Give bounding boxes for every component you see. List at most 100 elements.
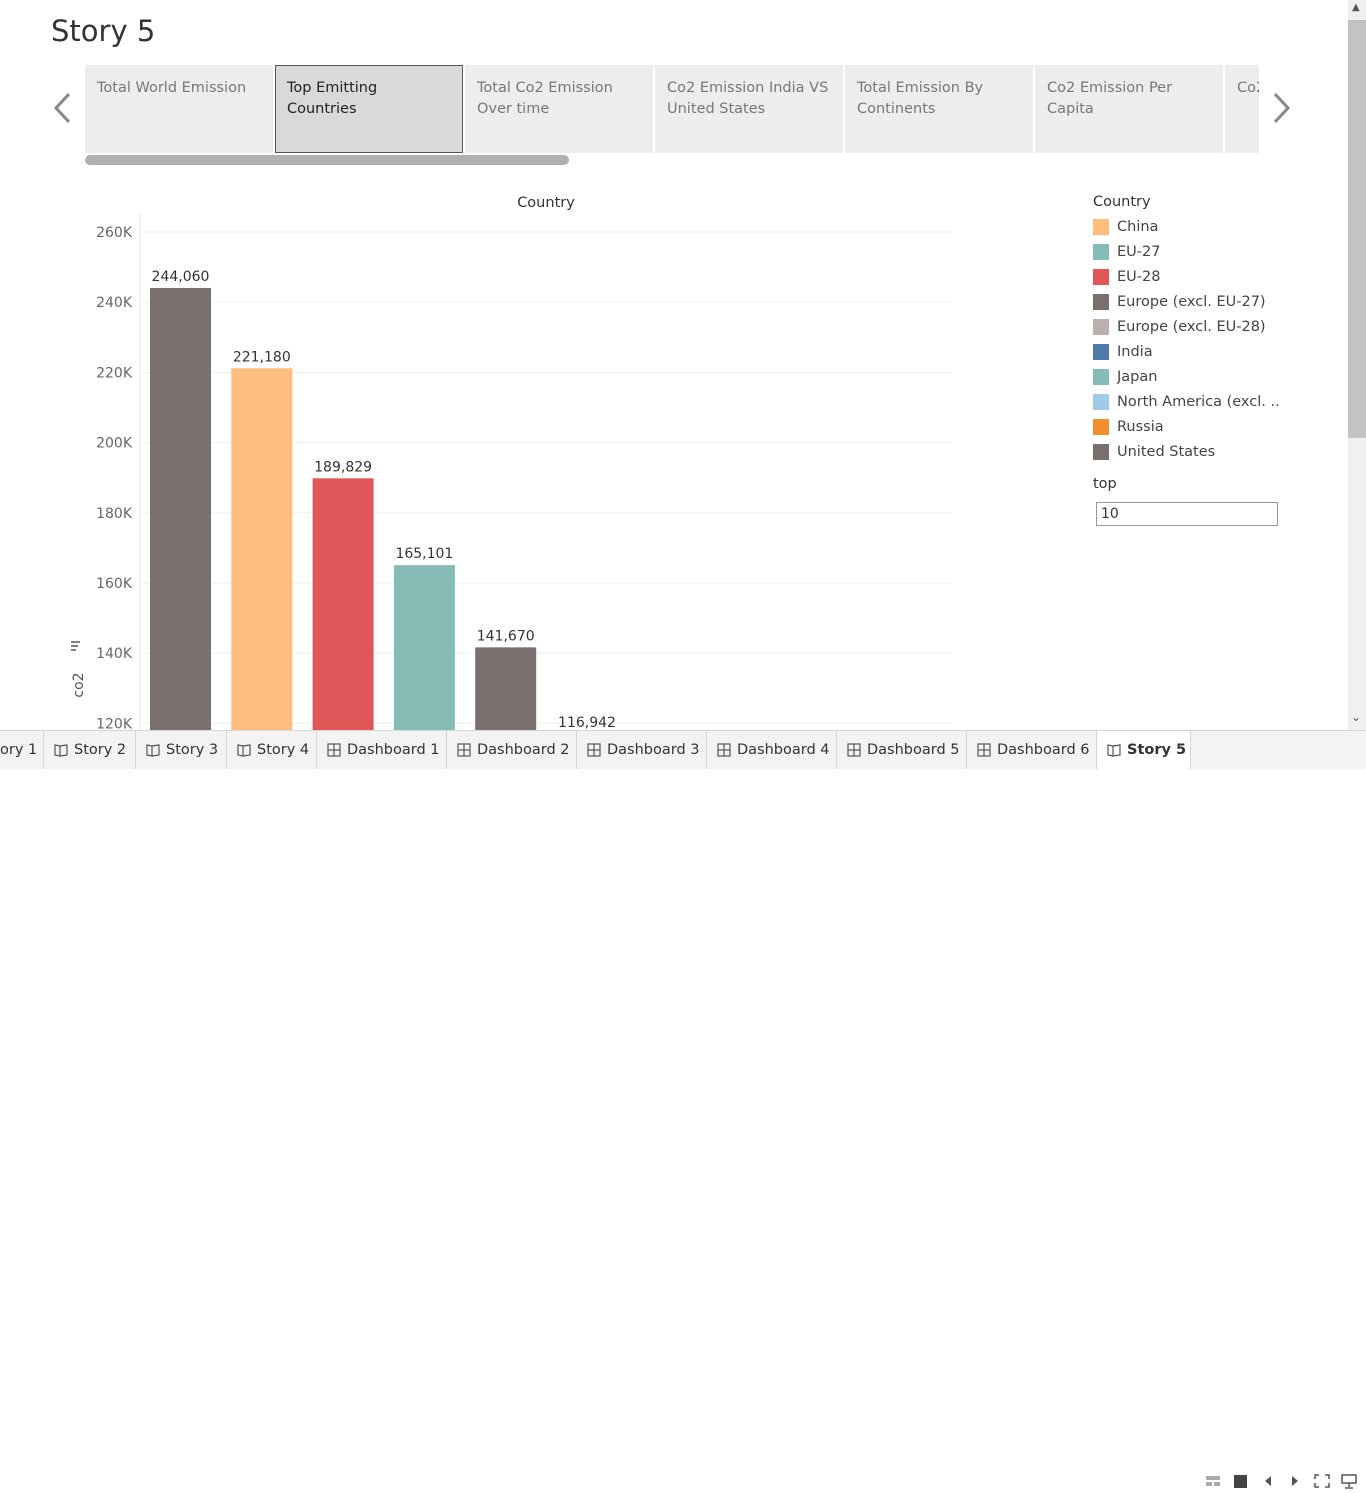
y-tick-label: 180K — [96, 506, 133, 522]
story-point-tab[interactable]: Total World Emission — [85, 65, 273, 153]
fullscreen-icon[interactable] — [1313, 1473, 1331, 1489]
story-icon — [146, 743, 160, 757]
legend-swatch — [1093, 343, 1109, 360]
y-tick-label: 140K — [96, 646, 133, 662]
sheet-tab-label: Dashboard 1 — [347, 742, 440, 758]
filmstrip-view-icon[interactable] — [1232, 1473, 1250, 1489]
legend-item[interactable]: Russia — [1093, 414, 1293, 439]
vertical-scrollbar[interactable]: ▲ ⌄ — [1348, 0, 1366, 730]
dashboard-icon — [847, 743, 861, 757]
dashboard-icon — [457, 743, 471, 757]
dashboard-icon — [717, 743, 731, 757]
sheet-tab[interactable]: Dashboard 4 — [707, 731, 837, 769]
sheet-tab[interactable]: Story 2 — [44, 731, 136, 769]
bar[interactable] — [475, 647, 537, 730]
scrollbar-thumb[interactable] — [1348, 20, 1366, 438]
legend-title: Country — [1093, 194, 1151, 210]
sheet-tab-label: Dashboard 6 — [997, 742, 1090, 758]
scroll-up-icon[interactable]: ▲ — [1352, 2, 1360, 13]
sheet-tab[interactable]: Story 4 — [227, 731, 317, 769]
legend-label: EU-28 — [1117, 268, 1161, 285]
previous-story-point-button[interactable] — [48, 88, 78, 128]
sheet-tab-label: Story 2 — [74, 742, 127, 758]
sheet-tab[interactable]: Dashboard 1 — [317, 731, 447, 769]
legend-label: EU-27 — [1117, 243, 1161, 260]
story-title: Story 5 — [51, 14, 156, 48]
y-tick-label: 240K — [96, 295, 133, 311]
chevron-left-icon — [53, 92, 71, 124]
sheet-tab[interactable]: Story 3 — [136, 731, 227, 769]
legend-swatch — [1093, 293, 1109, 310]
legend-label: Europe (excl. EU-28) — [1117, 318, 1266, 335]
top-parameter-input[interactable] — [1096, 502, 1278, 526]
y-tick-label: 200K — [96, 436, 133, 452]
story-point-tab[interactable]: Co2 Emission India VS United States — [655, 65, 843, 153]
y-axis-label: co2 — [71, 672, 87, 697]
dashboard-icon — [977, 743, 991, 757]
grid-view-icon[interactable] — [1204, 1473, 1222, 1489]
legend-swatch — [1093, 443, 1109, 460]
sheet-tab-label: Dashboard 4 — [737, 742, 830, 758]
sheet-tab[interactable]: Dashboard 5 — [837, 731, 967, 769]
y-tick-label: 260K — [96, 225, 133, 241]
legend-label: Japan — [1117, 368, 1158, 385]
legend-item[interactable]: EU-28 — [1093, 264, 1293, 289]
story-point-tab[interactable]: Top Emitting Countries — [275, 65, 463, 153]
legend-swatch — [1093, 393, 1109, 410]
legend-label: Russia — [1117, 418, 1164, 435]
chart-title: Country — [517, 195, 575, 211]
sheet-tab-label: Story 5 — [1127, 742, 1187, 758]
legend-label: China — [1117, 218, 1159, 235]
legend-item[interactable]: Europe (excl. EU-28) — [1093, 314, 1293, 339]
sheet-tab-label: Story 4 — [257, 742, 310, 758]
legend-item[interactable]: China — [1093, 214, 1293, 239]
legend-item[interactable]: India — [1093, 339, 1293, 364]
bar-chart: Country 120K 140K 160K 180K 200K 220K 240K 260K c… — [71, 195, 952, 730]
chevron-right-icon — [1273, 92, 1291, 124]
story-icon — [237, 743, 251, 757]
sheet-tab[interactable]: Dashboard 3 — [577, 731, 707, 769]
sheet-tab-label: Dashboard 2 — [477, 742, 570, 758]
story-points-navigator: Total World Emission Top Emitting Countri… — [85, 65, 1259, 153]
legend-item[interactable]: EU-27 — [1093, 239, 1293, 264]
story-points-scrollbar[interactable] — [85, 155, 569, 165]
sheet-tab[interactable]: Dashboard 2 — [447, 731, 577, 769]
presentation-mode-icon[interactable] — [1340, 1473, 1358, 1489]
legend-label: India — [1117, 343, 1153, 360]
sort-icon[interactable] — [71, 641, 80, 651]
legend-label: North America (excl. .. — [1117, 393, 1280, 410]
dashboard-icon — [327, 743, 341, 757]
legend-item[interactable]: Europe (excl. EU-27) — [1093, 289, 1293, 314]
legend-item[interactable]: United States — [1093, 439, 1293, 464]
legend-swatch — [1093, 418, 1109, 435]
legend-item[interactable]: North America (excl. .. — [1093, 389, 1293, 414]
bar-value-label: 221,180 — [233, 349, 291, 365]
legend-swatch — [1093, 218, 1109, 235]
y-tick-label: 220K — [96, 365, 133, 381]
previous-sheet-icon[interactable] — [1260, 1473, 1278, 1489]
story-point-tab[interactable]: Co2 Emission Per Capita — [1035, 65, 1223, 153]
legend-item[interactable]: Japan — [1093, 364, 1293, 389]
legend-swatch — [1093, 368, 1109, 385]
story-point-tab[interactable]: Total Co2 Emission Over time — [465, 65, 653, 153]
sheet-tab-label: Dashboard 3 — [607, 742, 700, 758]
bar-value-label: 116,942 — [558, 715, 616, 730]
story-icon — [54, 743, 68, 757]
legend-swatch — [1093, 318, 1109, 335]
sheet-tab[interactable]: Story 5 — [1097, 731, 1191, 769]
bar[interactable] — [312, 478, 374, 730]
sheet-tab[interactable]: ory 1 — [0, 731, 44, 769]
next-story-point-button[interactable] — [1266, 88, 1296, 128]
sheet-tab[interactable]: Dashboard 6 — [967, 731, 1097, 769]
bar-value-label: 165,101 — [395, 546, 453, 562]
bar[interactable] — [393, 565, 455, 730]
story-point-tab[interactable]: Total Emission By Continents — [845, 65, 1033, 153]
scroll-down-icon[interactable]: ⌄ — [1351, 710, 1361, 724]
sheet-tab-label: ory 1 — [0, 742, 38, 758]
next-sheet-icon[interactable] — [1286, 1473, 1304, 1489]
top-parameter-label: top — [1093, 476, 1117, 492]
story-point-tab[interactable]: Co2 Fac — [1225, 65, 1259, 153]
bar[interactable] — [150, 287, 211, 730]
bar-value-label: 244,060 — [152, 269, 210, 285]
bar[interactable] — [231, 368, 293, 730]
